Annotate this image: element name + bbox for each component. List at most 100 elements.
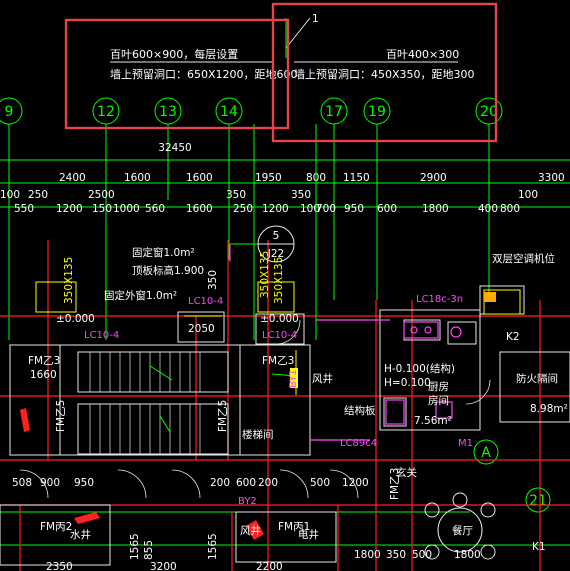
- window-lc104: LC10-4: [84, 330, 119, 341]
- h-label: H=0.100: [384, 377, 431, 389]
- dim-row1-2: 1600: [124, 172, 151, 184]
- dim-row1-4: 350: [226, 189, 246, 201]
- elevation-2: ±0.000: [260, 313, 299, 325]
- k2-label: K2: [506, 331, 520, 343]
- bdim-a-1: 900: [40, 477, 60, 489]
- ac-marker: [484, 292, 496, 302]
- vent-size-3: 350: [207, 270, 219, 290]
- marker-number: 1: [312, 13, 319, 25]
- note-fixed-ext-window: 固定外窗1.0m²: [104, 289, 177, 302]
- dim-row1-8: 2900: [420, 172, 447, 184]
- door-swings: [19, 319, 491, 499]
- dim-row2-14: 600: [377, 203, 397, 215]
- axis-label-9: 9: [5, 104, 14, 120]
- note-fixed-window: 固定窗1.0m²: [132, 246, 195, 259]
- callout-left-line2: 墙上预留洞口：650X1200，距地600: [110, 67, 298, 81]
- window-lc10b: LC10-4: [262, 330, 297, 341]
- dim-row1-0: 2400: [59, 172, 86, 184]
- axis-label-12: 12: [97, 104, 115, 120]
- dim-row1-5: 1950: [255, 172, 282, 184]
- dim-row2-16: 400: [478, 203, 498, 215]
- bdim-c-2: 2200: [256, 561, 283, 571]
- bdim-a-3: 200: [210, 477, 230, 489]
- bdim-a-0: 508: [12, 477, 32, 489]
- bdim-c-1: 3200: [150, 561, 177, 571]
- by2-label: BY2: [238, 496, 257, 507]
- detail-number: 5: [273, 230, 280, 242]
- bdim-a-6: 500: [310, 477, 330, 489]
- room-label: 房间: [428, 394, 449, 407]
- axis-label-21: 21: [529, 493, 547, 509]
- axis-label-a: A: [481, 445, 491, 461]
- dim-row1-7: 1150: [343, 172, 370, 184]
- dim-row2-7: 1600: [186, 203, 213, 215]
- by1-label: BY1: [288, 369, 299, 388]
- bdim-a-2: 950: [74, 477, 94, 489]
- door-fm2: FM乙3: [262, 355, 294, 367]
- bdim-b-3: 1800: [454, 549, 481, 561]
- door-fm3: FM乙5: [55, 400, 67, 432]
- bdim-vert-2: 1565: [207, 533, 219, 560]
- window-lc104b: LC10-4: [188, 296, 223, 307]
- door-m1: M1: [458, 438, 473, 449]
- dim-row2-18: 100: [518, 189, 538, 201]
- stair-room: 楼梯间: [242, 428, 274, 441]
- entry-label: 玄关: [396, 466, 417, 479]
- bottom-dims-a: 508 900 950 200 600 200 500 1200: [12, 477, 369, 489]
- bdim-vert-0: 1565: [129, 533, 141, 560]
- window-lc89: LC89c4: [340, 438, 377, 449]
- dim-row2: 100 250 550 1200 150 1000 560 1600 250 1…: [0, 189, 538, 215]
- kitchen-label: 厨房: [428, 380, 449, 393]
- dim-row2-17: 800: [500, 203, 520, 215]
- bdim-b-2: 500: [412, 549, 432, 561]
- dim-row2-4: 150: [92, 203, 112, 215]
- vent-size-4: 350X135: [259, 251, 271, 298]
- dim-row2-15: 1800: [422, 203, 449, 215]
- dim-row2-10: 350: [291, 189, 311, 201]
- dim-row2-2: 550: [14, 203, 34, 215]
- note-top-elevation: 顶板标高1.900: [132, 264, 204, 277]
- bdim-b-0: 1800: [354, 549, 381, 561]
- dim-row2-13: 950: [344, 203, 364, 215]
- dim-row2-6: 560: [145, 203, 165, 215]
- area-label-2: 8.98m²: [530, 403, 568, 415]
- elevation-1: ±0.000: [56, 313, 95, 325]
- dim-row1-3: 1600: [186, 172, 213, 184]
- dim-row2-8: 250: [233, 203, 253, 215]
- dim-row2-1: 250: [28, 189, 48, 201]
- dim-row2-3: 1200: [56, 203, 83, 215]
- marker-leader: [285, 17, 311, 49]
- bdim-b-1: 350: [386, 549, 406, 561]
- axis-label-19: 19: [368, 104, 386, 120]
- dim-2050: 2050: [188, 323, 215, 335]
- bdim-a-7: 1200: [342, 477, 369, 489]
- elec-label: 电井: [298, 528, 319, 541]
- dim-row1-9: 3300: [538, 172, 565, 184]
- axis-label-13: 13: [159, 104, 177, 120]
- vent-size-1: 350X135: [63, 257, 75, 304]
- area-label: 7.56m²: [414, 415, 452, 427]
- duct-label-2: 风井: [240, 524, 261, 537]
- stair-treads: [89, 352, 201, 454]
- well-label: 水井: [70, 528, 91, 541]
- callout-right-line2: 墙上预留洞口：450X350，距地300: [294, 67, 475, 81]
- door-fm1: FM乙3: [28, 355, 60, 367]
- dim-row2-0: 100: [0, 189, 20, 201]
- dim-row2-5: 1000: [113, 203, 140, 215]
- dim-1660: 1660: [30, 369, 57, 381]
- note-dual-ac: 双层空调机位: [492, 252, 555, 265]
- door-fm6: FM丙2: [40, 521, 72, 533]
- struct-board: 结构板: [344, 404, 376, 417]
- bdim-vert-1: 855: [143, 540, 155, 560]
- fire-room: 防火隔间: [516, 372, 558, 385]
- axis-label-17: 17: [325, 104, 343, 120]
- bottom-dims-b: 1800 350 500 1800: [354, 549, 481, 561]
- cad-drawing-canvas[interactable]: 9 12 13 14 17 19 20 A 21 32450 2400 2500…: [0, 0, 570, 571]
- dining-label: 餐厅: [452, 524, 473, 537]
- callout-left-line1: 百叶600×900，每层设置: [110, 47, 238, 61]
- window-lc18: LC18c-3n: [416, 294, 463, 305]
- dim-row1-1: 2500: [88, 189, 115, 201]
- k1-label: K1: [532, 541, 546, 553]
- door-fm4: FM乙5: [217, 400, 229, 432]
- bdim-c-0: 2350: [46, 561, 73, 571]
